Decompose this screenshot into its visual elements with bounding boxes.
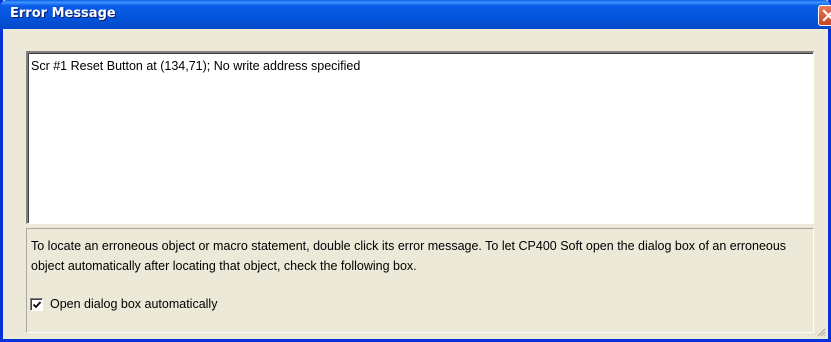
title-bar[interactable]: Error Message [0, 0, 831, 29]
auto-open-checkbox[interactable] [30, 297, 43, 311]
instruction-text: To locate an erroneous object or macro s… [31, 239, 787, 273]
window-title: Error Message [10, 6, 116, 21]
error-message-item[interactable]: Scr #1 Reset Button at (134,71); No writ… [31, 59, 360, 73]
auto-open-label[interactable]: Open dialog box automatically [50, 297, 217, 311]
close-icon [822, 9, 831, 22]
resize-grip-icon[interactable] [816, 327, 826, 337]
close-button[interactable] [818, 5, 831, 26]
checkmark-icon [32, 300, 42, 308]
info-panel: To locate an erroneous object or macro s… [26, 228, 814, 333]
error-message-list[interactable]: Scr #1 Reset Button at (134,71); No writ… [26, 51, 814, 224]
auto-open-option[interactable]: Open dialog box automatically [30, 295, 217, 313]
error-message-window: Error Message Scr #1 Reset Button at (13… [0, 0, 831, 342]
